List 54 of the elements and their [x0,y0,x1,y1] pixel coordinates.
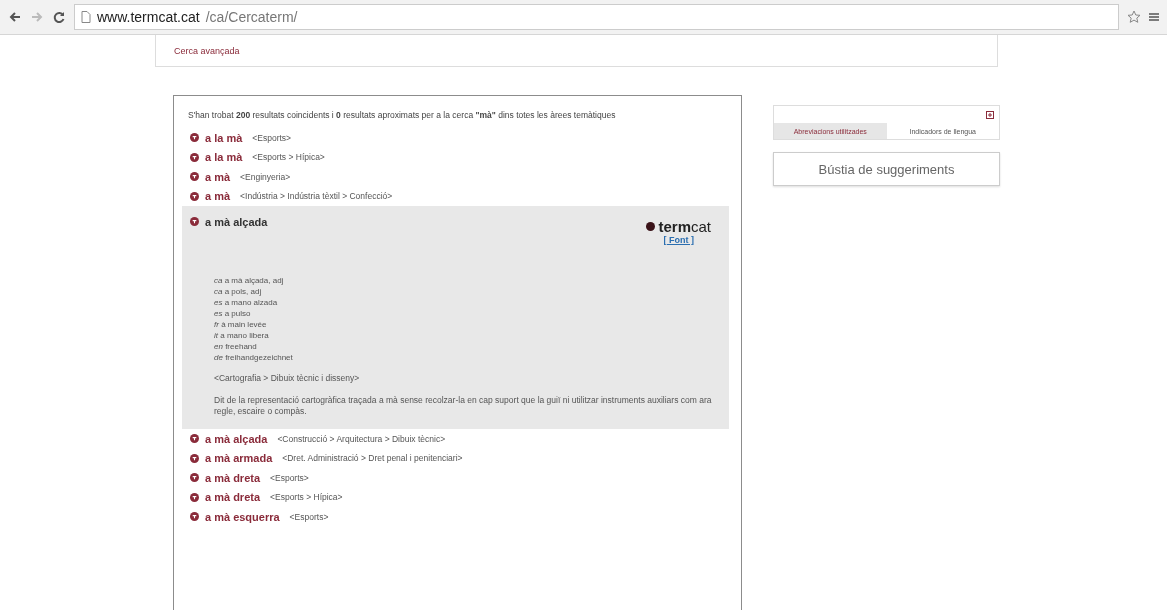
subject-area: <Construcció > Arquitectura > Dibuix tècnic> [277,433,446,444]
page-icon [81,11,91,23]
definition: Dit de la representació cartogràfica traçada a mà sense recolzar-la en cap suport que la guiï ni utilitzar instruments auxiliars com ara regle, escaire o compàs. [214,395,713,417]
entry-term: a mà alçada [205,215,268,228]
result-term-link[interactable]: a la mà [205,151,243,164]
result-term-link[interactable]: a mà armada [205,452,273,465]
subject-area: <Esports> [270,472,309,483]
results-summary: S'han trobat 200 resultats coincidents i 0 resultats aproximats per a la cerca "mà" dins totes les àrees temàtiques [187,110,617,120]
address-bar[interactable]: www.termcat.cat /ca/Cercaterm/ [74,4,1119,30]
reload-button[interactable] [52,10,66,24]
bullet-icon [190,172,199,182]
bullet-icon [190,473,199,483]
bullet-icon [190,512,199,522]
result-term-link[interactable]: a mà dreta [205,471,261,484]
result-term-link[interactable]: a mà [205,170,231,183]
equivalent-term: it a mano libera [214,330,270,341]
result-term-link[interactable]: a mà dreta [205,491,261,504]
star-icon[interactable] [1127,10,1141,24]
result-term-link[interactable]: a la mà [205,131,243,144]
equivalent-term: es a pulso [214,308,252,319]
equivalent-term: ca a pols, adj [214,286,263,297]
url-host: www.termcat.cat [97,9,200,25]
equivalent-term: fr à main levée [214,319,268,330]
subject-area: <Cartografia > Dibuix tècnic i disseny> [190,373,721,383]
subject-area: <Esports> [252,132,292,143]
url-path: /ca/Cercaterm/ [205,9,298,25]
subject-area: <Enginyeria> [240,171,291,182]
advanced-search-link[interactable]: Cerca avançada [174,45,240,56]
termcat-logo: termcat [658,218,711,235]
bullet-icon [190,453,199,463]
menu-icon[interactable] [1149,11,1159,23]
expand-icon[interactable] [986,110,994,119]
bullet-icon [190,434,199,444]
subject-area: <Esports > Hípica> [270,492,343,503]
bullet-icon [190,152,199,162]
equivalent-term: en freehand [214,341,258,352]
subject-area: <Esports > Hípica> [252,152,325,163]
bullet-icon [190,133,199,143]
equivalent-term: de freihandgezeichnet [214,352,294,363]
bullet-icon [190,191,199,201]
result-term-link[interactable]: a mà alçada [205,432,268,445]
logo-dot-icon [646,222,656,231]
suggestions-button[interactable]: Bústia de suggeriments [773,152,1000,186]
source-link[interactable]: [ Font ] [663,235,694,245]
equivalent-term: ca a mà alçada, adj [214,275,285,286]
bullet-icon [190,492,199,502]
back-button[interactable] [8,10,22,24]
bullet-icon [190,217,199,227]
subject-area: <Esports> [289,511,329,522]
subject-area: <Dret. Administració > Dret penal i penitenciari> [282,453,463,464]
result-term-link[interactable]: a mà [205,190,231,203]
subject-area: <Indústria > Indústria tèxtil > Confecció> [240,191,393,202]
equivalent-term: es a mano alzada [214,297,279,308]
result-term-link[interactable]: a mà esquerra [205,510,280,523]
